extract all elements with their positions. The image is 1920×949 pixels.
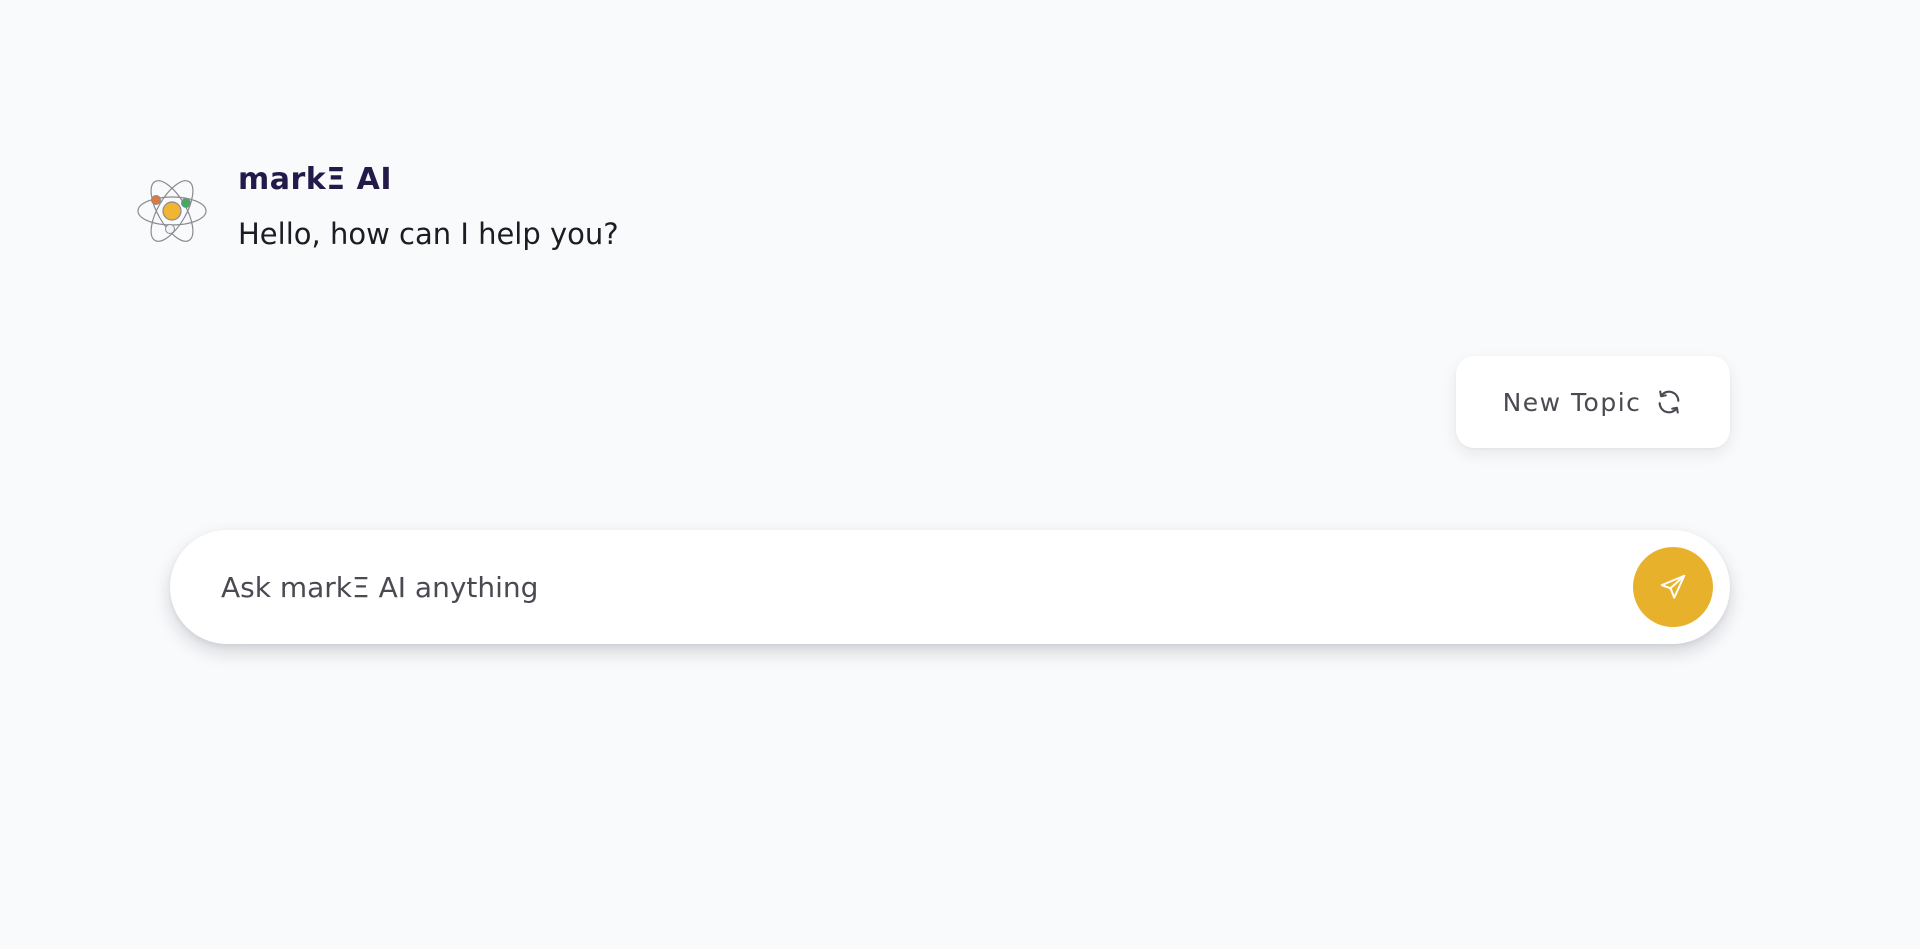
send-button[interactable] [1633, 547, 1713, 627]
assistant-message: markΞ AI Hello, how can I help you? [136, 158, 619, 254]
new-topic-button[interactable]: New Topic [1456, 356, 1730, 448]
refresh-icon [1659, 390, 1680, 414]
new-topic-label: New Topic [1502, 387, 1642, 417]
atom-icon [137, 180, 207, 242]
chat-page: markΞ AI Hello, how can I help you? New … [0, 0, 1920, 949]
sender-name: markΞ AI [238, 162, 393, 197]
prompt-input[interactable] [219, 556, 1617, 618]
paper-plane-icon [1660, 574, 1686, 599]
message-body: markΞ AI Hello, how can I help you? [238, 158, 619, 254]
prompt-bar [170, 530, 1730, 644]
message-text: Hello, how can I help you? [238, 217, 619, 251]
